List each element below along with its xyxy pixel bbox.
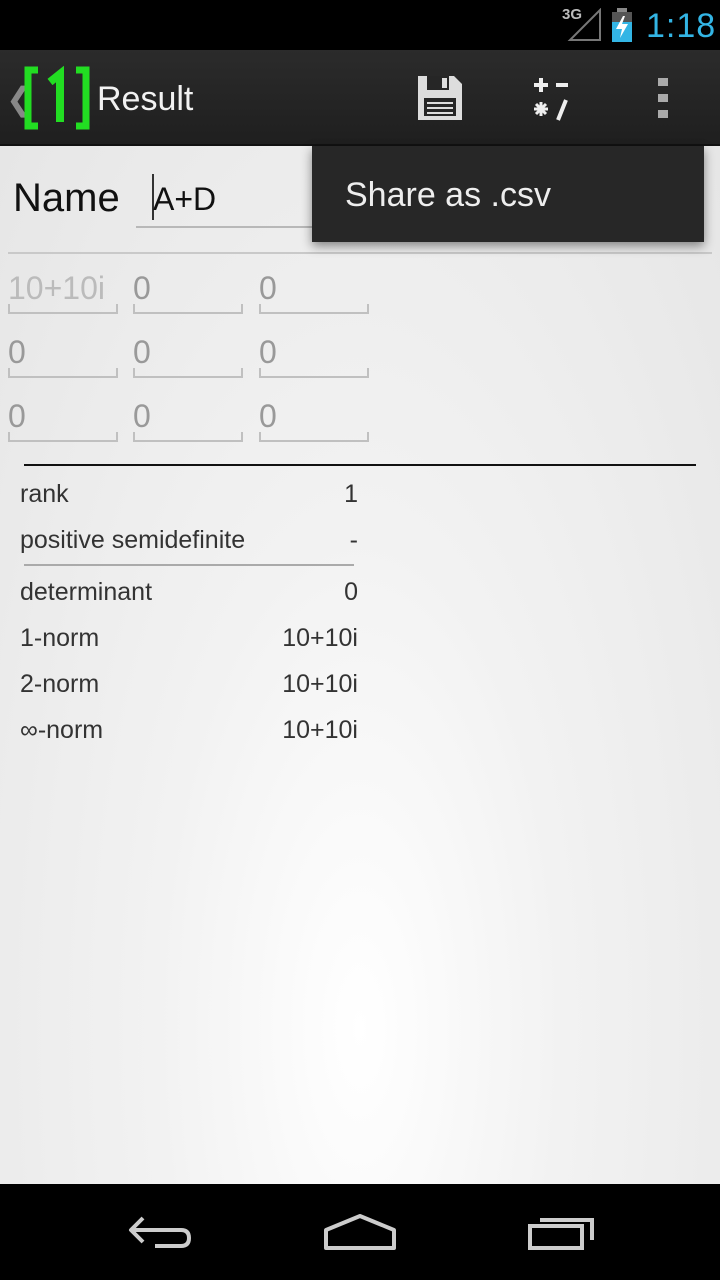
operations-button[interactable] [504,50,600,146]
navigation-bar [0,1184,720,1280]
property-value: 10+10i [282,716,358,744]
property-key: 2-norm [20,670,100,698]
property-value: 10+10i [282,624,358,652]
arithmetic-operators-icon [534,78,568,121]
property-value: 10+10i [282,670,358,698]
property-key: 1-norm [20,624,100,652]
recent-apps-icon [528,1218,594,1250]
matrix-cell-0-1[interactable]: 0 [133,270,243,314]
matrix-cell-2-0[interactable]: 0 [8,398,118,442]
back-button[interactable] [90,1184,230,1280]
home-button[interactable] [290,1184,430,1280]
property-key: positive semidefinite [20,526,246,554]
property-key: rank [20,480,69,508]
share-csv-menu-item[interactable]: Share as .csv [345,176,551,215]
name-field[interactable]: A+D [136,164,336,228]
battery-charging-icon [612,8,632,42]
matrix-cell-0-0[interactable]: 10+10i [8,270,118,314]
matrix-cell-2-2[interactable]: 0 [259,398,369,442]
save-button[interactable] [392,50,488,146]
property-2-norm: 2-norm 10+10i [20,670,358,710]
overflow-menu-button[interactable] [616,50,712,146]
property-positive-semidefinite: positive semidefinite - [20,526,358,566]
property-value: 1 [344,480,358,508]
app-logo-icon[interactable] [24,66,90,130]
recent-apps-button[interactable] [492,1184,632,1280]
matrix-cell-1-1[interactable]: 0 [133,334,243,378]
matrix-cell-2-1[interactable]: 0 [133,398,243,442]
property-value: 0 [344,578,358,606]
property-value: - [349,526,358,554]
matrix-cell-1-0[interactable]: 0 [8,334,118,378]
action-bar-title: Result [97,80,194,118]
divider [8,252,712,254]
clock: 1:18 [646,7,717,45]
property-1-norm: 1-norm 10+10i [20,624,358,664]
network-type: 3G [562,6,583,23]
matrix-cell-1-2[interactable]: 0 [259,334,369,378]
overflow-popup-menu: Share as .csv [312,146,704,242]
back-arrow-icon [129,1216,192,1248]
action-bar: ❮ Result [0,50,720,146]
property-key: determinant [20,578,153,606]
property-key: ∞-norm [20,716,104,744]
matrix-cell-0-2[interactable]: 0 [259,270,369,314]
floppy-disk-icon [418,76,462,120]
overflow-menu-icon [658,78,668,118]
property-infinity-norm: ∞-norm 10+10i [20,716,358,756]
name-label: Name [13,176,120,220]
content-area: Name A+D 10+10i 0 0 0 0 0 0 0 0 rank 1 p… [0,146,720,1184]
property-determinant: determinant 0 [20,578,358,618]
divider [24,464,696,466]
status-bar: 3G 1:18 [0,0,720,50]
divider [24,564,354,566]
home-icon [324,1214,396,1250]
property-rank: rank 1 [20,480,358,520]
name-value: A+D [153,181,217,217]
